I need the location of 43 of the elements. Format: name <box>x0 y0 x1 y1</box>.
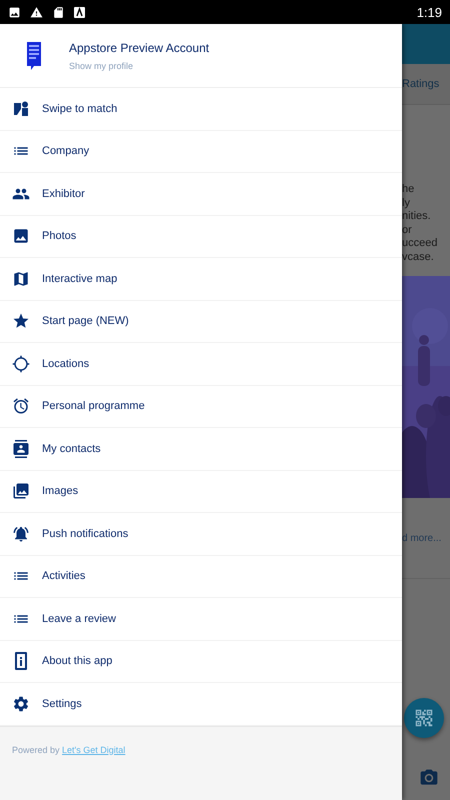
phone-info-icon <box>15 652 27 670</box>
menu-item[interactable]: Photos <box>42 230 76 242</box>
letter-tile-icon <box>74 6 85 18</box>
menu-item[interactable]: Leave a review <box>42 612 116 625</box>
menu-item[interactable]: Start page (NEW) <box>42 315 129 328</box>
settings-icon <box>12 694 30 713</box>
description-text: vcase. <box>402 250 435 264</box>
star-icon <box>12 312 30 330</box>
menu-item[interactable]: Exhibitor <box>42 188 85 200</box>
qr-code-button[interactable] <box>404 698 444 738</box>
map-icon <box>12 270 30 288</box>
description-text: ucceed <box>402 237 438 250</box>
status-time: 1:19 <box>416 4 442 20</box>
description-text: he <box>402 183 416 196</box>
menu-item[interactable]: Push notifications <box>42 528 128 540</box>
account-name: Appstore Preview Account <box>69 40 210 54</box>
image-icon <box>8 6 21 18</box>
image-stack-icon <box>12 482 30 500</box>
menu-item[interactable]: Locations <box>42 358 90 370</box>
image-icon <box>12 227 30 246</box>
menu-item[interactable]: Activities <box>42 570 86 582</box>
contact-card-icon <box>12 440 30 458</box>
shapes-icon <box>13 100 29 117</box>
logo-icon <box>25 42 43 70</box>
menu-item[interactable]: Swipe to match <box>42 102 118 115</box>
description-text: or <box>402 224 413 237</box>
menu-item[interactable]: Images <box>42 485 78 498</box>
menu-item[interactable]: About this app <box>42 655 112 668</box>
powered-by-text: Powered by Let's Get Digital <box>12 744 126 754</box>
warning-icon <box>30 6 43 18</box>
app-bar <box>402 24 450 64</box>
description-text: nities. <box>402 210 432 224</box>
sd-card-icon <box>52 6 65 18</box>
menu-item[interactable]: My contacts <box>42 442 101 455</box>
description-text: ly <box>402 196 411 210</box>
bell-icon <box>12 524 30 543</box>
crosshair-icon <box>12 354 30 373</box>
menu-item[interactable]: Personal programme <box>42 400 145 412</box>
alarm-clock-icon <box>12 397 30 416</box>
menu-item[interactable]: Interactive map <box>42 272 118 285</box>
menu-item[interactable]: Settings <box>42 698 82 710</box>
qr-code-icon <box>413 707 435 729</box>
menu-item[interactable]: Company <box>42 145 90 158</box>
